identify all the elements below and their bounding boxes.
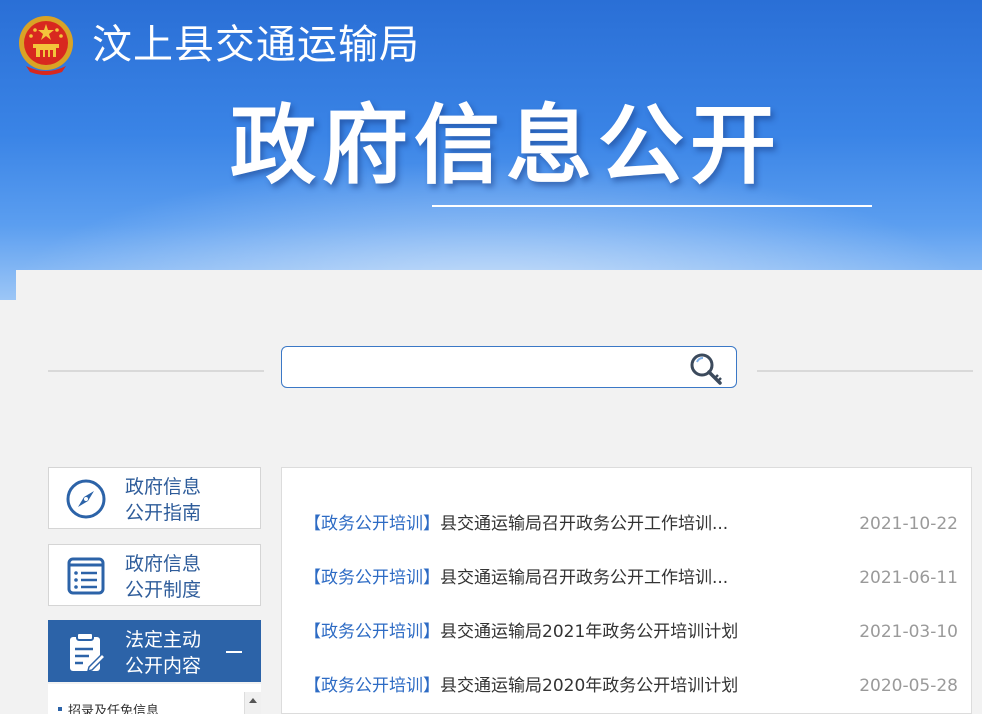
news-category: 【政务公开培训】 bbox=[304, 514, 440, 534]
news-date: 2020-05-28 bbox=[859, 676, 958, 696]
news-item: 【政务公开培训】县交通运输局召开政务公开工作培训... 2021-10-22 bbox=[304, 510, 958, 538]
sidebar-item-label: 法定主动 bbox=[125, 629, 202, 651]
news-date: 2021-06-11 bbox=[859, 568, 958, 588]
list-document-icon bbox=[67, 557, 105, 595]
news-list-panel: 【政务公开培训】县交通运输局召开政务公开工作培训... 2021-10-22 【… bbox=[281, 467, 972, 714]
compass-icon bbox=[66, 479, 106, 519]
national-emblem-icon bbox=[19, 16, 73, 75]
site-name: 汶上县交通运输局 bbox=[92, 22, 420, 68]
sidebar-item-label: 政府信息 bbox=[125, 476, 202, 498]
news-title: 县交通运输局2020年政务公开培训计划 bbox=[440, 676, 739, 696]
scroll-up-arrow-icon[interactable] bbox=[244, 692, 261, 714]
news-link[interactable]: 【政务公开培训】县交通运输局2020年政务公开培训计划 bbox=[304, 672, 738, 700]
news-title: 县交通运输局2021年政务公开培训计划 bbox=[440, 622, 739, 642]
sidebar-item-statutory-content[interactable]: 法定主动 公开内容 bbox=[48, 620, 261, 682]
search-divider-right bbox=[757, 370, 973, 372]
collapse-minus-icon[interactable] bbox=[226, 651, 242, 653]
sidebar-item-label: 政府信息 bbox=[125, 553, 202, 575]
news-item: 【政务公开培训】县交通运输局2020年政务公开培训计划 2020-05-28 bbox=[304, 672, 958, 700]
news-link[interactable]: 【政务公开培训】县交通运输局召开政务公开工作培训... bbox=[304, 510, 728, 538]
sidebar-subpanel: 招录及任免信息 bbox=[48, 684, 261, 714]
news-link[interactable]: 【政务公开培训】县交通运输局2021年政务公开培训计划 bbox=[304, 618, 738, 646]
news-category: 【政务公开培训】 bbox=[304, 676, 440, 696]
sidebar-item-label: 公开指南 bbox=[125, 502, 202, 524]
search-key-icon[interactable] bbox=[688, 351, 724, 385]
news-title: 县交通运输局召开政务公开工作培训... bbox=[440, 568, 729, 588]
sidebar-item-guide[interactable]: 政府信息 公开指南 bbox=[48, 467, 261, 529]
news-link[interactable]: 【政务公开培训】县交通运输局召开政务公开工作培训... bbox=[304, 564, 728, 592]
news-item: 【政务公开培训】县交通运输局2021年政务公开培训计划 2021-03-10 bbox=[304, 618, 958, 646]
news-item: 【政务公开培训】县交通运输局召开政务公开工作培训... 2021-06-11 bbox=[304, 564, 958, 592]
page-header: 汶上县交通运输局 政府信息公开 bbox=[0, 0, 982, 300]
banner-title: 政府信息公开 bbox=[230, 96, 782, 196]
news-category: 【政务公开培训】 bbox=[304, 568, 440, 588]
news-category: 【政务公开培训】 bbox=[304, 622, 440, 642]
sidebar-item-system[interactable]: 政府信息 公开制度 bbox=[48, 544, 261, 606]
search-input[interactable] bbox=[292, 353, 686, 383]
sidebar-item-label: 公开内容 bbox=[125, 655, 202, 677]
news-date: 2021-10-22 bbox=[859, 514, 958, 534]
sidebar-sub-item[interactable]: 招录及任免信息 bbox=[57, 700, 159, 714]
clipboard-edit-icon bbox=[70, 632, 107, 673]
search-divider-left bbox=[48, 370, 264, 372]
news-date: 2021-03-10 bbox=[859, 622, 958, 642]
news-title: 县交通运输局召开政务公开工作培训... bbox=[440, 514, 729, 534]
search-box bbox=[281, 346, 737, 388]
sidebar-item-label: 公开制度 bbox=[125, 579, 202, 601]
title-underline bbox=[432, 205, 872, 207]
